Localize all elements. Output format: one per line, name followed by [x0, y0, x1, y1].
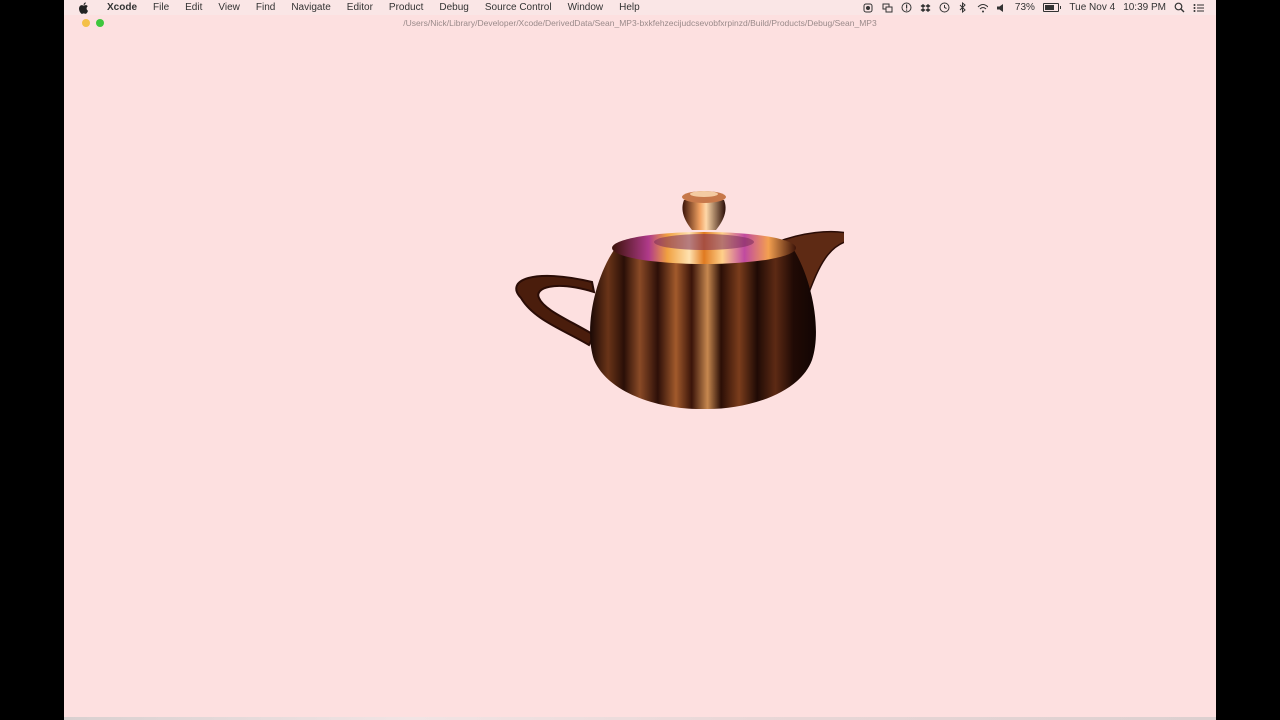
window-title: /Users/Nick/Library/Developer/Xcode/Deri… [403, 18, 877, 28]
apple-menu-icon[interactable] [79, 1, 91, 14]
battery-icon[interactable] [1042, 3, 1062, 12]
menubar-time[interactable]: 10:39 PM [1123, 2, 1166, 13]
menu-bar: Xcode File Edit View Find Navigate Edito… [64, 0, 1216, 15]
notification-center-icon[interactable] [1193, 2, 1204, 13]
menu-view[interactable]: View [210, 0, 248, 15]
volume-icon[interactable] [996, 2, 1007, 13]
teapot-render [515, 191, 844, 410]
opengl-viewport[interactable] [64, 30, 1216, 720]
screen: Xcode File Edit View Find Navigate Edito… [64, 0, 1216, 720]
bluetooth-icon[interactable] [958, 2, 969, 13]
menu-navigate[interactable]: Navigate [283, 0, 338, 15]
menu-source-control[interactable]: Source Control [477, 0, 560, 15]
menu-file[interactable]: File [145, 0, 177, 15]
menu-app-name[interactable]: Xcode [99, 0, 145, 15]
record-icon[interactable] [863, 2, 874, 13]
menu-find[interactable]: Find [248, 0, 283, 15]
dropbox-icon[interactable] [920, 2, 931, 13]
menubar-date[interactable]: Tue Nov 4 [1069, 2, 1115, 13]
spotlight-icon[interactable] [1174, 2, 1185, 13]
wifi-icon[interactable] [977, 2, 988, 13]
time-machine-icon[interactable] [939, 2, 950, 13]
battery-percent: 73% [1014, 2, 1035, 13]
screens-icon[interactable] [882, 2, 893, 13]
menu-editor[interactable]: Editor [339, 0, 381, 15]
info-icon[interactable] [901, 2, 912, 13]
menu-edit[interactable]: Edit [177, 0, 210, 15]
menu-help[interactable]: Help [611, 0, 648, 15]
window-title-bar: /Users/Nick/Library/Developer/Xcode/Deri… [64, 15, 1216, 30]
menu-product[interactable]: Product [381, 0, 431, 15]
menu-debug[interactable]: Debug [431, 0, 476, 15]
status-area: 73% Tue Nov 4 10:39 PM [863, 0, 1204, 15]
menu-window[interactable]: Window [560, 0, 612, 15]
battery-level-fill [1044, 5, 1054, 10]
